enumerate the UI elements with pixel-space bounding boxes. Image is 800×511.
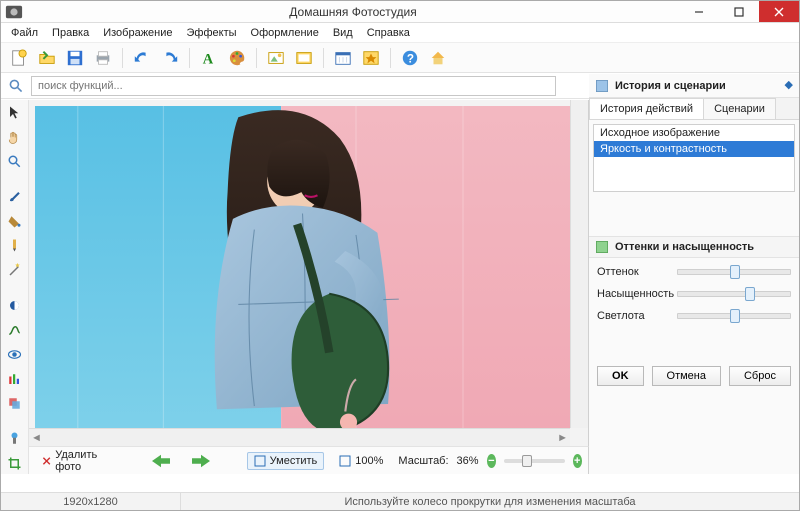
- hsb-title: Оттенки и насыщенность: [615, 241, 754, 253]
- hsb-section-header: Оттенки и насыщенность: [589, 236, 799, 258]
- contrast-tool[interactable]: [3, 295, 27, 316]
- layers-tool[interactable]: [3, 393, 27, 414]
- light-label: Светлота: [597, 310, 669, 322]
- statusbar: 1920x1280 Используйте колесо прокрутки д…: [1, 492, 799, 510]
- panel-icon: [595, 79, 609, 93]
- vertical-scrollbar[interactable]: [570, 100, 588, 428]
- search-icon: [5, 75, 27, 97]
- prev-arrow-button[interactable]: [145, 451, 177, 471]
- wand-tool[interactable]: [3, 260, 27, 281]
- zoom-tool[interactable]: [3, 151, 27, 172]
- save-button[interactable]: [63, 46, 87, 70]
- menu-view[interactable]: Вид: [327, 25, 359, 41]
- app-icon: [5, 3, 23, 21]
- image-tool-2-button[interactable]: [292, 46, 316, 70]
- fit-label: Уместить: [270, 455, 318, 467]
- status-dims: 1920x1280: [1, 493, 181, 510]
- left-toolbox: [1, 100, 29, 474]
- delete-icon: [42, 454, 51, 468]
- undo-button[interactable]: [130, 46, 154, 70]
- arrow-left-icon: [152, 454, 170, 468]
- fit-icon: [254, 455, 266, 467]
- canvas-footer: Удалить фото Уместить 100% Масштаб: 36% …: [29, 446, 589, 474]
- tab-history[interactable]: История действий: [589, 98, 704, 119]
- image-tool-1-button[interactable]: [264, 46, 288, 70]
- svg-text:?: ?: [407, 52, 414, 65]
- titlebar: Домашняя Фотостудия: [1, 1, 799, 23]
- window-title: Домашняя Фотостудия: [27, 5, 679, 19]
- print-button[interactable]: [91, 46, 115, 70]
- next-arrow-button[interactable]: [185, 451, 217, 471]
- ok-button[interactable]: OK: [597, 366, 644, 386]
- sat-label: Насыщенность: [597, 288, 669, 300]
- history-item[interactable]: Исходное изображение: [594, 125, 794, 141]
- hsb-icon: [595, 240, 609, 254]
- history-list[interactable]: Исходное изображение Яркость и контрастн…: [593, 124, 795, 192]
- menu-edit[interactable]: Правка: [46, 25, 95, 41]
- status-hint: Используйте колесо прокрутки для изменен…: [181, 493, 799, 510]
- star-tool-button[interactable]: [359, 46, 383, 70]
- hue-label: Оттенок: [597, 266, 669, 278]
- hundred-icon: [339, 455, 351, 467]
- zoom-out-button[interactable]: −: [487, 454, 496, 468]
- crop-tool[interactable]: [3, 453, 27, 474]
- pin-icon[interactable]: ◆: [785, 78, 793, 91]
- window-controls: [679, 1, 799, 22]
- saturation-slider[interactable]: [677, 291, 791, 297]
- right-panel: История и сценарии ◆ История действий Сц…: [589, 74, 799, 474]
- delete-photo-label: Удалить фото: [55, 449, 102, 473]
- menu-image[interactable]: Изображение: [97, 25, 178, 41]
- hundred-button[interactable]: 100%: [332, 452, 390, 470]
- palette-button[interactable]: [225, 46, 249, 70]
- scale-value: 36%: [457, 455, 479, 467]
- curve-tool[interactable]: [3, 319, 27, 340]
- main-toolbar: A ?: [1, 43, 799, 73]
- maximize-button[interactable]: [719, 1, 759, 22]
- pointer-tool[interactable]: [3, 102, 27, 123]
- redo-button[interactable]: [158, 46, 182, 70]
- history-panel-title: История и сценарии: [615, 80, 726, 92]
- menu-help[interactable]: Справка: [361, 25, 416, 41]
- brush-tool[interactable]: [3, 186, 27, 207]
- history-tabs: История действий Сценарии: [589, 98, 799, 120]
- text-tool-button[interactable]: A: [197, 46, 221, 70]
- lightness-slider[interactable]: [677, 313, 791, 319]
- close-button[interactable]: [759, 1, 799, 22]
- zoom-in-button[interactable]: +: [573, 454, 582, 468]
- open-button[interactable]: [35, 46, 59, 70]
- eye-tool[interactable]: [3, 344, 27, 365]
- canvas-area[interactable]: ◄►: [29, 100, 589, 446]
- hue-slider[interactable]: [677, 269, 791, 275]
- history-panel-header: История и сценарии ◆: [589, 74, 799, 98]
- scale-label: Масштаб:: [398, 455, 448, 467]
- menubar: Файл Правка Изображение Эффекты Оформлен…: [1, 23, 799, 43]
- arrow-right-icon: [192, 454, 210, 468]
- hundred-label: 100%: [355, 455, 383, 467]
- home-button[interactable]: [426, 46, 450, 70]
- zoom-slider[interactable]: [504, 459, 565, 463]
- clone-tool[interactable]: [3, 428, 27, 449]
- fill-tool[interactable]: [3, 211, 27, 232]
- fit-button[interactable]: Уместить: [247, 452, 325, 470]
- calendar-tool-button[interactable]: [331, 46, 355, 70]
- search-input[interactable]: [31, 76, 556, 96]
- history-item[interactable]: Яркость и контрастность: [594, 141, 794, 157]
- photo-image: [35, 106, 570, 428]
- new-button[interactable]: [7, 46, 31, 70]
- cancel-button[interactable]: Отмена: [652, 366, 721, 386]
- horizontal-scrollbar[interactable]: ◄►: [29, 428, 570, 446]
- minimize-button[interactable]: [679, 1, 719, 22]
- delete-photo-button[interactable]: Удалить фото: [35, 446, 109, 476]
- tab-scenarios[interactable]: Сценарии: [703, 98, 776, 119]
- svg-text:A: A: [203, 51, 214, 67]
- hand-tool[interactable]: [3, 126, 27, 147]
- levels-tool[interactable]: [3, 368, 27, 389]
- menu-effects[interactable]: Эффекты: [181, 25, 243, 41]
- menu-decor[interactable]: Оформление: [245, 25, 325, 41]
- pencil-tool[interactable]: [3, 235, 27, 256]
- menu-file[interactable]: Файл: [5, 25, 44, 41]
- help-button[interactable]: ?: [398, 46, 422, 70]
- reset-button[interactable]: Сброс: [729, 366, 791, 386]
